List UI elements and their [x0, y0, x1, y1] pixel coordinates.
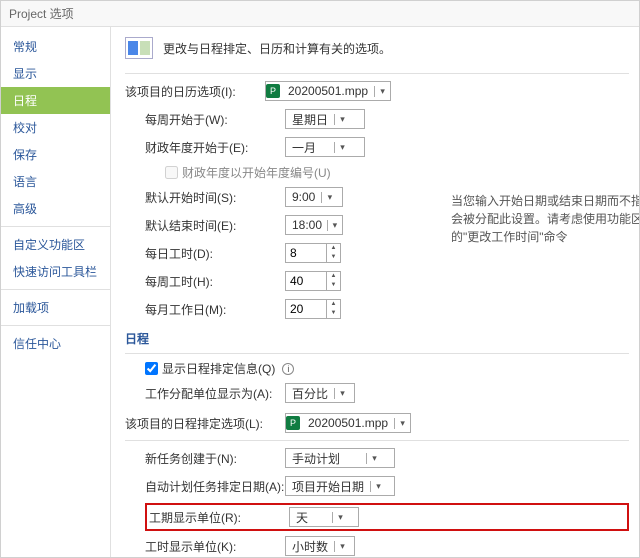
sidebar-item-language[interactable]: 语言 [1, 168, 110, 195]
fy-numbering-label: 财政年度以开始年度编号(U) [182, 164, 331, 181]
sidebar-item-schedule[interactable]: 日程 [1, 87, 110, 114]
work-unit-label: 工时显示单位(K): [145, 538, 285, 555]
content-pane: 更改与日程排定、日历和计算有关的选项。 该项目的日历选项(I): P 20200… [111, 27, 639, 557]
sidebar-item-customize-ribbon[interactable]: 自定义功能区 [1, 231, 110, 258]
new-tasks-label: 新任务创建于(N): [145, 450, 285, 467]
sidebar-item-save[interactable]: 保存 [1, 141, 110, 168]
chevron-down-icon[interactable]: ▾ [327, 220, 342, 231]
hours-day-label: 每日工时(D): [145, 245, 285, 262]
default-start-combo[interactable]: 9:00 ▾ [285, 187, 343, 207]
show-sched-info-checkbox[interactable] [145, 362, 158, 375]
hours-week-spinner[interactable]: ▲▼ [285, 271, 341, 291]
new-tasks-combo[interactable]: 手动计划 ▾ [285, 448, 395, 468]
project-file-icon: P [266, 84, 280, 98]
chevron-down-icon[interactable]: ▾ [332, 512, 348, 523]
week-start-combo[interactable]: 星期日 ▾ [285, 109, 365, 129]
schedule-icon [125, 37, 153, 59]
sidebar: 常规 显示 日程 校对 保存 语言 高级 自定义功能区 快速访问工具栏 加载项 … [1, 27, 111, 557]
project-file-icon: P [286, 416, 300, 430]
calendar-file-combo[interactable]: P 20200501.mpp ▾ [265, 81, 391, 101]
sidebar-item-display[interactable]: 显示 [1, 60, 110, 87]
sidebar-item-addins[interactable]: 加载项 [1, 294, 110, 321]
sidebar-item-qat[interactable]: 快速访问工具栏 [1, 258, 110, 285]
auto-sched-combo[interactable]: 项目开始日期 ▾ [285, 476, 395, 496]
chevron-down-icon[interactable]: ▾ [334, 388, 350, 399]
sidebar-item-advanced[interactable]: 高级 [1, 195, 110, 222]
default-start-label: 默认开始时间(S): [145, 189, 285, 206]
chevron-down-icon[interactable]: ▾ [321, 192, 337, 203]
page-header: 更改与日程排定、日历和计算有关的选项。 [163, 40, 391, 57]
window-title: Project 选项 [1, 1, 639, 27]
hours-week-label: 每周工时(H): [145, 273, 285, 290]
chevron-down-icon[interactable]: ▾ [374, 86, 390, 97]
fy-start-label: 财政年度开始于(E): [145, 139, 285, 156]
duration-unit-highlight: 工期显示单位(R): 天 ▾ [145, 503, 629, 531]
chevron-down-icon[interactable]: ▾ [394, 418, 410, 429]
chevron-down-icon[interactable]: ▾ [334, 142, 350, 153]
help-text: 当您输入开始日期或结束日期而不指定时间时，这些时间会被分配此设置。请考虑使用功能… [451, 192, 639, 246]
chevron-down-icon[interactable]: ▾ [370, 481, 386, 492]
chevron-down-icon[interactable]: ▾ [366, 453, 382, 464]
sidebar-item-proofing[interactable]: 校对 [1, 114, 110, 141]
duration-unit-combo[interactable]: 天 ▾ [289, 507, 359, 527]
sidebar-item-trust[interactable]: 信任中心 [1, 330, 110, 357]
default-end-combo[interactable]: 18:00 ▾ [285, 215, 343, 235]
assign-units-combo[interactable]: 百分比 ▾ [285, 383, 355, 403]
week-start-label: 每周开始于(W): [145, 111, 285, 128]
default-end-label: 默认结束时间(E): [145, 217, 285, 234]
sidebar-item-general[interactable]: 常规 [1, 33, 110, 60]
show-sched-info-label: 显示日程排定信息(Q) [162, 360, 275, 377]
days-month-label: 每月工作日(M): [145, 301, 285, 318]
work-unit-combo[interactable]: 小时数 ▾ [285, 536, 355, 556]
info-icon[interactable]: i [282, 363, 294, 375]
sched-options-file-combo[interactable]: P 20200501.mpp ▾ [285, 413, 411, 433]
schedule-section-label: 日程 [125, 330, 629, 347]
calendar-options-label: 该项目的日历选项(I): [125, 83, 265, 100]
assign-units-label: 工作分配单位显示为(A): [145, 385, 285, 402]
chevron-down-icon[interactable]: ▾ [334, 541, 350, 552]
duration-unit-label: 工期显示单位(R): [149, 509, 289, 526]
fy-numbering-checkbox [165, 166, 178, 179]
auto-sched-label: 自动计划任务排定日期(A): [145, 478, 285, 495]
hours-day-spinner[interactable]: ▲▼ [285, 243, 341, 263]
days-month-spinner[interactable]: ▲▼ [285, 299, 341, 319]
sched-options-label: 该项目的日程排定选项(L): [125, 415, 285, 432]
chevron-down-icon[interactable]: ▾ [334, 114, 350, 125]
fy-start-combo[interactable]: 一月 ▾ [285, 137, 365, 157]
